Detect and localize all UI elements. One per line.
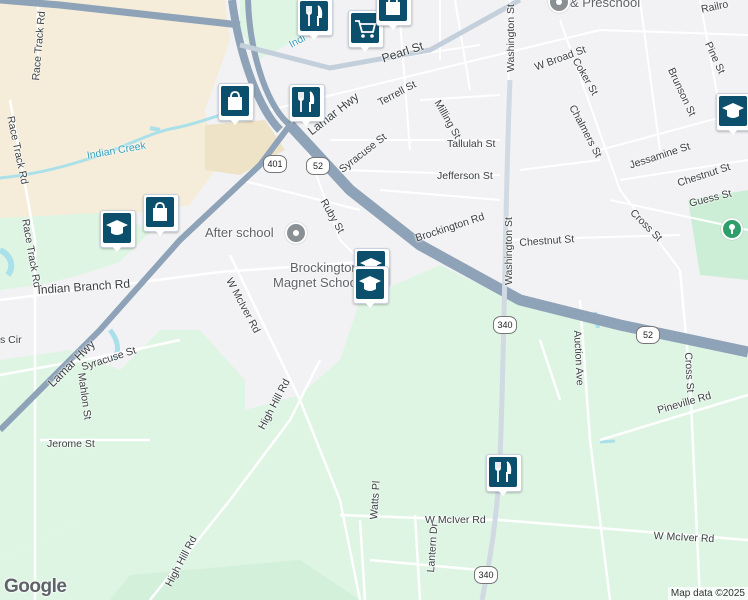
fork-knife-icon <box>495 461 512 482</box>
restaurant-marker-lamar[interactable] <box>289 84 325 128</box>
school-marker-brockington-b[interactable] <box>353 266 389 310</box>
shopping-bag-icon <box>228 91 242 110</box>
route-shield-sc340-b: 340 <box>474 566 498 584</box>
graduation-cap-icon <box>722 103 744 118</box>
place-label-after-school[interactable]: After school <box>205 225 274 240</box>
place-label-brockington-line1[interactable]: Brockington <box>290 260 359 275</box>
street-label: Tallulah St <box>447 138 496 150</box>
restaurant-marker-south[interactable] <box>486 454 522 498</box>
place-label-preschool[interactable]: & Preschool <box>570 0 640 10</box>
fork-knife-icon <box>298 91 315 112</box>
school-marker-left[interactable] <box>100 210 136 254</box>
school-marker-right[interactable] <box>716 93 748 137</box>
street-label: Jefferson St <box>437 170 493 182</box>
route-shield-us52-a: 52 <box>306 157 330 175</box>
restaurant-marker-top[interactable] <box>297 0 333 42</box>
shopping-bag-icon <box>153 202 167 221</box>
map-canvas[interactable]: Pearl St Terrell St Lamar Hwy Syracuse S… <box>0 0 748 600</box>
place-label-brockington-line2[interactable]: Magnet School <box>273 275 360 290</box>
street-label: Washington St <box>505 4 517 72</box>
park-poi-icon[interactable] <box>721 218 743 240</box>
shopping-marker-left[interactable] <box>143 194 179 238</box>
fork-knife-icon <box>306 5 323 26</box>
street-label: Washington St <box>503 217 515 285</box>
map-attribution[interactable]: Map data ©2025 <box>667 587 748 600</box>
route-shield-us401: 401 <box>263 155 287 173</box>
street-label: Jerome St <box>47 438 95 450</box>
graduation-cap-icon <box>106 220 128 235</box>
shopping-cart-icon <box>355 20 377 38</box>
graduation-cap-icon <box>359 276 381 291</box>
shopping-bag-icon <box>386 0 400 15</box>
street-label: Cross St <box>682 352 697 393</box>
shopping-marker-top[interactable] <box>376 0 412 32</box>
route-shield-sc340-a: 340 <box>493 316 517 334</box>
after-school-poi-icon[interactable] <box>285 222 307 244</box>
shopping-marker-lamar[interactable] <box>218 83 254 127</box>
street-label: s Cir <box>0 334 22 346</box>
route-shield-us52-b: 52 <box>636 326 660 344</box>
google-logo[interactable]: Google <box>4 576 67 598</box>
